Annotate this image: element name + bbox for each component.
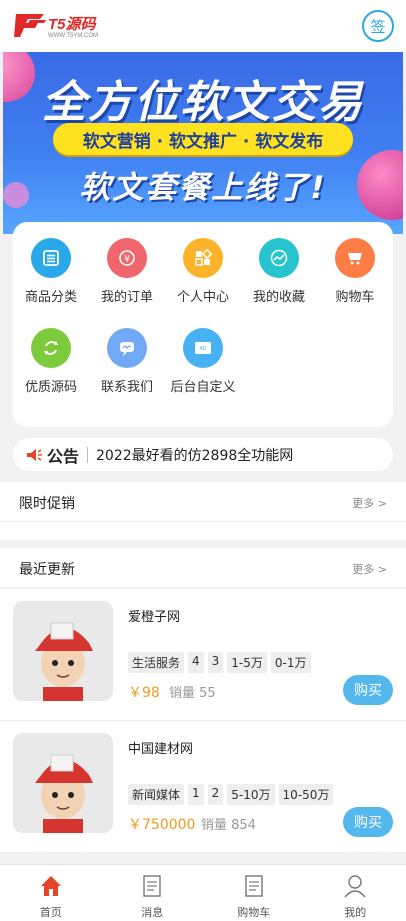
mascot-image — [13, 601, 113, 701]
list-icon — [31, 238, 71, 278]
tag: 10-50万 — [278, 784, 334, 805]
ad-icon: AD — [183, 328, 223, 368]
section-title: 限时促销 — [19, 496, 75, 512]
home-icon — [40, 876, 61, 896]
announcement-title: 公告 — [47, 446, 80, 466]
promo-banner[interactable]: 全方位软文交易 软文营销 · 软文推广 · 软文发布 软文套餐上线了! — [3, 52, 403, 234]
tab-profile[interactable]: 我的 — [305, 865, 406, 921]
banner-title: 全方位软文交易 — [42, 77, 364, 128]
message-icon — [143, 875, 161, 897]
promo-content — [0, 522, 406, 540]
menu-label: 购物车 — [335, 290, 375, 305]
product-name[interactable]: 中国建材网 — [128, 738, 193, 757]
cart-icon — [335, 238, 375, 278]
tab-label: 我的 — [344, 906, 367, 919]
tag: 2 — [207, 784, 224, 805]
buy-button[interactable]: 购买 — [343, 807, 393, 837]
menu-label: 我的订单 — [100, 290, 153, 305]
banner-tagline: 软文营销 · 软文推广 · 软文发布 — [53, 123, 353, 155]
menu-item-orders[interactable]: ¥ 我的订单 — [89, 222, 165, 305]
quick-menu: 商品分类 ¥ 我的订单 个人中心 我的收藏 购物车 优质源码 联系我们 AD 后… — [13, 222, 393, 427]
user-icon — [344, 875, 366, 898]
announcement-text[interactable]: 2022最好看的仿2898全功能网 — [96, 445, 293, 465]
mascot-image — [13, 733, 113, 833]
tag: 新闻媒体 — [128, 784, 185, 805]
product-thumbnail[interactable] — [13, 733, 113, 833]
logo-text: T5源码 — [48, 16, 98, 33]
menu-label: 后台自定义 — [170, 380, 236, 395]
chat-icon — [107, 328, 147, 368]
menu-label: 商品分类 — [24, 290, 77, 305]
tab-home[interactable]: 首页 — [0, 865, 102, 921]
tag: 3 — [207, 652, 224, 673]
more-link[interactable]: 更多 > — [352, 495, 387, 511]
more-link[interactable]: 更多 > — [352, 561, 387, 577]
tab-label: 消息 — [141, 906, 164, 919]
logo-subtext: WWW.T5YM.COM — [48, 33, 98, 39]
buy-button[interactable]: 购买 — [343, 675, 393, 705]
tag: 5-10万 — [227, 784, 275, 805]
tag: 生活服务 — [128, 652, 185, 673]
product-sales: 销量 854 — [201, 818, 256, 833]
section-title: 最近更新 — [19, 562, 75, 578]
tag: 1 — [188, 784, 204, 805]
product-tags: 新闻媒体 1 2 5-10万 10-50万 — [128, 784, 334, 805]
trend-icon — [259, 238, 299, 278]
sign-in-button[interactable]: 签 — [362, 10, 394, 42]
divider — [87, 446, 89, 463]
product-name[interactable]: 爱橙子网 — [128, 606, 180, 625]
product-tags: 生活服务 4 3 1-5万 0-1万 — [128, 652, 311, 673]
tag: 1-5万 — [227, 652, 267, 673]
tab-label: 购物车 — [237, 906, 271, 919]
tab-cart[interactable]: 购物车 — [203, 865, 305, 921]
svg-text:¥: ¥ — [124, 254, 130, 265]
tab-messages[interactable]: 消息 — [102, 865, 204, 921]
product-price: ￥98 — [128, 685, 160, 701]
site-logo[interactable]: T5源码 WWW.T5YM.COM — [14, 10, 114, 40]
svg-text:AD: AD — [199, 346, 206, 352]
grid-icon — [183, 238, 223, 278]
refresh-icon — [31, 328, 71, 368]
menu-item-contact[interactable]: 联系我们 — [89, 312, 165, 395]
menu-label: 联系我们 — [100, 380, 153, 395]
product-card[interactable]: 中国建材网 新闻媒体 1 2 5-10万 10-50万 ￥750000 销量 8… — [0, 721, 406, 853]
product-thumbnail[interactable] — [13, 601, 113, 701]
cart-icon — [245, 875, 263, 897]
menu-item-category[interactable]: 商品分类 — [13, 222, 89, 305]
product-price: ￥750000 — [128, 817, 196, 833]
section-promo-header: 限时促销 更多 > — [0, 482, 406, 522]
megaphone-icon — [27, 448, 42, 461]
menu-label: 优质源码 — [24, 380, 77, 395]
yen-icon: ¥ — [107, 238, 147, 278]
menu-item-favorites[interactable]: 我的收藏 — [241, 222, 317, 305]
menu-item-custom[interactable]: AD 后台自定义 — [165, 312, 241, 395]
menu-label: 个人中心 — [176, 290, 229, 305]
header: T5源码 WWW.T5YM.COM 签 — [0, 0, 406, 52]
banner-subtitle: 软文套餐上线了! — [79, 170, 327, 206]
tag: 0-1万 — [270, 652, 311, 673]
product-sales: 销量 55 — [169, 686, 216, 701]
announcement-bar[interactable]: 公告 2022最好看的仿2898全功能网 — [13, 438, 393, 471]
menu-item-profile[interactable]: 个人中心 — [165, 222, 241, 305]
section-recent-header: 最近更新 更多 > — [0, 548, 406, 588]
product-card[interactable]: 爱橙子网 生活服务 4 3 1-5万 0-1万 ￥98 销量 55 购买 — [0, 589, 406, 721]
tag: 4 — [188, 652, 204, 673]
menu-item-cart[interactable]: 购物车 — [317, 222, 393, 305]
menu-item-source[interactable]: 优质源码 — [13, 312, 89, 395]
menu-label: 我的收藏 — [252, 290, 305, 305]
bottom-tabbar: 首页 消息 购物车 我的 — [0, 864, 406, 921]
tab-label: 首页 — [39, 906, 62, 919]
sign-label: 签 — [370, 17, 386, 36]
